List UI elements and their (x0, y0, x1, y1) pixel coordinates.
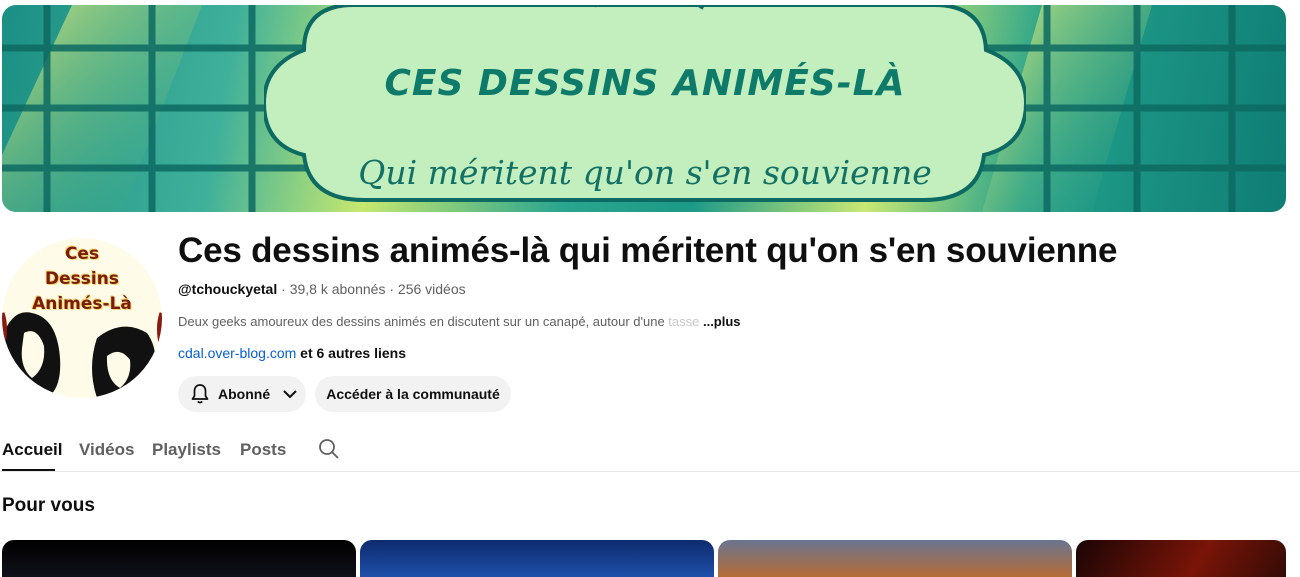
channel-meta: @tchouckyetal · 39,8 k abonnés · 256 vid… (178, 281, 466, 297)
video-count: 256 vidéos (397, 281, 466, 297)
channel-links: cdal.over-blog.com et 6 autres liens (178, 345, 406, 361)
community-label: Accéder à la communauté (326, 386, 500, 402)
bell-icon (191, 384, 209, 404)
channel-link[interactable]: cdal.over-blog.com (178, 345, 296, 361)
banner-subtitle: Qui méritent qu'on s'en souvienne (358, 153, 932, 192)
subscribed-label: Abonné (218, 386, 271, 402)
video-thumbnail[interactable] (718, 540, 1072, 577)
description-fade: tasse (664, 314, 703, 329)
video-thumbnail[interactable] (2, 540, 356, 577)
channel-avatar[interactable]: Ces Dessins Animés-Là (2, 238, 162, 398)
video-thumbnail[interactable] (1076, 540, 1286, 577)
channel-banner: CES DESSINS ANIMÉS-LÀ Qui méritent qu'on… (2, 5, 1286, 212)
chevron-down-icon (283, 390, 297, 399)
avatar-text-line1: Ces (64, 244, 100, 264)
banner-title: CES DESSINS ANIMÉS-LÀ (384, 63, 906, 104)
video-thumbnail[interactable] (360, 540, 714, 577)
subscriber-count: 39,8 k abonnés (289, 281, 386, 297)
search-icon[interactable] (317, 437, 341, 461)
avatar-text-line2: Dessins (45, 269, 119, 289)
tab-accueil[interactable]: Accueil (2, 440, 62, 460)
more-link[interactable]: ...plus (703, 314, 741, 329)
other-links[interactable]: et 6 autres liens (296, 345, 406, 361)
channel-description[interactable]: Deux geeks amoureux des dessins animés e… (178, 314, 741, 329)
description-text: Deux geeks amoureux des dessins animés e… (178, 314, 665, 329)
avatar-text-line3: Animés-Là (32, 294, 132, 314)
channel-tabs: Accueil Vidéos Playlists Posts (0, 430, 1300, 472)
channel-title: Ces dessins animés-là qui méritent qu'on… (178, 231, 1118, 270)
meta-separator: · (277, 281, 290, 297)
channel-handle: @tchouckyetal (178, 281, 278, 297)
tab-posts[interactable]: Posts (240, 440, 286, 460)
tab-playlists[interactable]: Playlists (152, 440, 221, 460)
section-title: Pour vous (2, 495, 95, 516)
community-button[interactable]: Accéder à la communauté (315, 376, 511, 412)
subscribed-button[interactable]: Abonné (178, 376, 306, 412)
tab-videos[interactable]: Vidéos (79, 440, 134, 460)
meta-separator: · (385, 281, 398, 297)
active-tab-indicator (2, 469, 55, 471)
